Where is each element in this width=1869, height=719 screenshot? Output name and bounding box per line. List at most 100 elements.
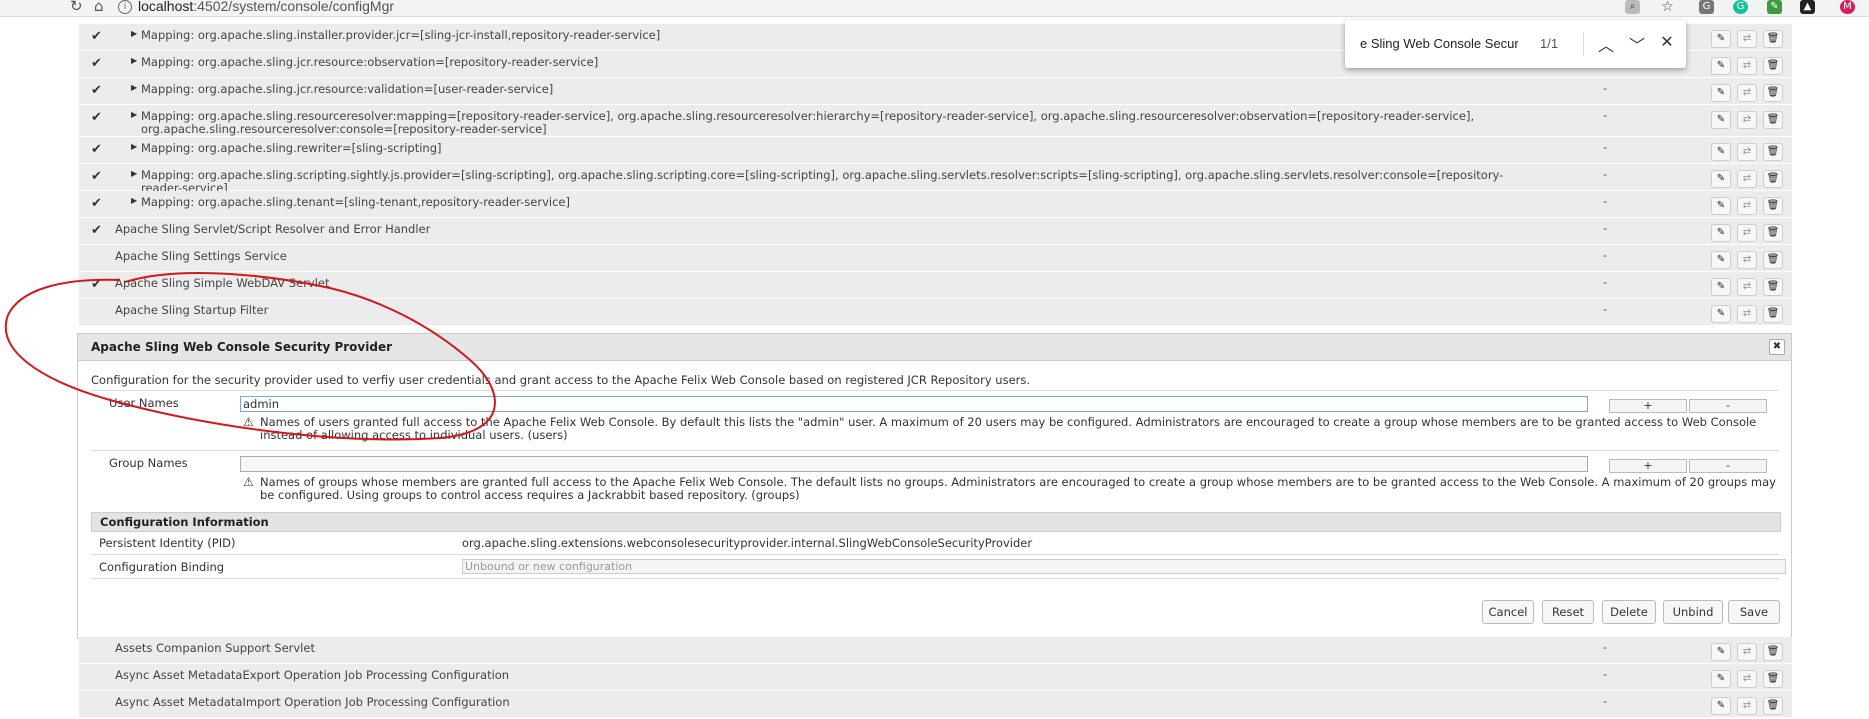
delete-icon[interactable]: 🗑 bbox=[1763, 57, 1783, 75]
edit-icon[interactable]: ✎ bbox=[1711, 224, 1731, 242]
unbind-icon[interactable]: ⇄ bbox=[1737, 305, 1757, 323]
config-row-label[interactable]: Mapping: org.apache.sling.tenant=[sling-… bbox=[141, 196, 1511, 209]
config-row[interactable]: ✔ Apache Sling Simple WebDAV Servlet - ✎ ⇄ 🗑 bbox=[79, 272, 1792, 299]
unbind-icon[interactable]: ⇄ bbox=[1737, 57, 1757, 75]
config-row[interactable]: Assets Companion Support Servlet - ✎ ⇄ 🗑 bbox=[79, 637, 1792, 664]
delete-icon[interactable]: 🗑 bbox=[1763, 84, 1783, 102]
edit-icon[interactable]: ✎ bbox=[1711, 278, 1731, 296]
config-row-label[interactable]: Mapping: org.apache.sling.resourceresolv… bbox=[141, 110, 1511, 136]
edit-icon[interactable]: ✎ bbox=[1711, 143, 1731, 161]
config-row-label[interactable]: Mapping: org.apache.sling.installer.prov… bbox=[141, 29, 1511, 42]
config-row-label[interactable]: Assets Companion Support Servlet bbox=[115, 642, 1485, 655]
info-icon[interactable]: i bbox=[118, 0, 132, 14]
group-names-input[interactable] bbox=[240, 456, 1588, 472]
edit-icon[interactable]: ✎ bbox=[1711, 170, 1731, 188]
expand-triangle-icon[interactable]: ▶ bbox=[131, 29, 137, 38]
grammarly-icon[interactable]: G bbox=[1733, 0, 1748, 14]
delete-icon[interactable]: 🗑 bbox=[1763, 197, 1783, 215]
config-row[interactable]: ✔ ▶ Mapping: org.apache.sling.tenant=[slin… bbox=[79, 191, 1792, 218]
add-group-button[interactable]: + bbox=[1609, 459, 1687, 473]
unbind-icon[interactable]: ⇄ bbox=[1737, 643, 1757, 661]
config-row[interactable]: ✔ ▶ Mapping: org.apache.sling.resourcereso… bbox=[79, 105, 1792, 137]
remove-user-button[interactable]: - bbox=[1689, 399, 1767, 413]
add-user-button[interactable]: + bbox=[1609, 399, 1687, 413]
edit-icon[interactable]: ✎ bbox=[1711, 111, 1731, 129]
edit-icon[interactable]: ✎ bbox=[1711, 305, 1731, 323]
config-row[interactable]: Async Asset MetadataImport Operation Job… bbox=[79, 691, 1792, 718]
edit-icon[interactable]: ✎ bbox=[1711, 251, 1731, 269]
unbind-icon[interactable]: ⇄ bbox=[1737, 170, 1757, 188]
delete-icon[interactable]: 🗑 bbox=[1763, 111, 1783, 129]
unbind-icon[interactable]: ⇄ bbox=[1737, 84, 1757, 102]
find-next-icon[interactable]: ﹀ bbox=[1627, 32, 1647, 56]
config-row-label[interactable]: Mapping: org.apache.sling.rewriter=[slin… bbox=[141, 142, 1511, 155]
edit-icon[interactable]: ✎ bbox=[1711, 57, 1731, 75]
delete-icon[interactable]: 🗑 bbox=[1763, 643, 1783, 661]
expand-triangle-icon[interactable]: ▶ bbox=[131, 196, 137, 205]
avatar[interactable]: M bbox=[1840, 0, 1855, 14]
delete-icon[interactable]: 🗑 bbox=[1763, 30, 1783, 48]
unbind-icon[interactable]: ⇄ bbox=[1737, 143, 1757, 161]
edit-icon[interactable]: ✎ bbox=[1711, 30, 1731, 48]
find-close-icon[interactable]: ✕ bbox=[1657, 32, 1677, 52]
expand-triangle-icon[interactable]: ▶ bbox=[131, 110, 137, 119]
delete-button[interactable]: Delete bbox=[1602, 600, 1656, 624]
unbind-icon[interactable]: ⇄ bbox=[1737, 30, 1757, 48]
delete-icon[interactable]: 🗑 bbox=[1763, 224, 1783, 242]
config-row-label[interactable]: Apache Sling Settings Service bbox=[115, 250, 1485, 263]
delete-icon[interactable]: 🗑 bbox=[1763, 697, 1783, 715]
reset-button[interactable]: Reset bbox=[1542, 600, 1594, 624]
delete-icon[interactable]: 🗑 bbox=[1763, 278, 1783, 296]
delete-icon[interactable]: 🗑 bbox=[1763, 143, 1783, 161]
address-bar[interactable]: localhost:4502/system/console/configMgr bbox=[138, 0, 394, 14]
edit-icon[interactable]: ✎ bbox=[1711, 643, 1731, 661]
config-row-label[interactable]: Apache Sling Servlet/Script Resolver and… bbox=[115, 223, 1485, 236]
unbind-icon[interactable]: ⇄ bbox=[1737, 278, 1757, 296]
config-row[interactable]: Apache Sling Settings Service - ✎ ⇄ 🗑 bbox=[79, 245, 1792, 272]
find-previous-icon[interactable]: ︿ bbox=[1596, 32, 1616, 56]
config-row[interactable]: ✔ ▶ Mapping: org.apache.sling.jcr.resource… bbox=[79, 78, 1792, 105]
delete-icon[interactable]: 🗑 bbox=[1763, 251, 1783, 269]
delete-icon[interactable]: 🗑 bbox=[1763, 670, 1783, 688]
expand-triangle-icon[interactable]: ▶ bbox=[131, 56, 137, 65]
config-row[interactable]: Async Asset MetadataExport Operation Job… bbox=[79, 664, 1792, 691]
expand-triangle-icon[interactable]: ▶ bbox=[131, 142, 137, 151]
extension-warning-icon[interactable]: ▲ bbox=[1800, 0, 1815, 14]
delete-icon[interactable]: 🗑 bbox=[1763, 170, 1783, 188]
extension-g-icon[interactable]: G bbox=[1699, 0, 1714, 14]
unbind-icon[interactable]: ⇄ bbox=[1737, 224, 1757, 242]
unbind-icon[interactable]: ⇄ bbox=[1737, 197, 1757, 215]
reload-icon[interactable]: ↻ bbox=[70, 0, 83, 15]
config-row-label[interactable]: Apache Sling Simple WebDAV Servlet bbox=[115, 277, 1485, 290]
cancel-button[interactable]: Cancel bbox=[1482, 600, 1534, 624]
delete-icon[interactable]: 🗑 bbox=[1763, 305, 1783, 323]
config-row-label[interactable]: Mapping: org.apache.sling.jcr.resource:v… bbox=[141, 83, 1511, 96]
config-row[interactable]: Apache Sling Startup Filter - ✎ ⇄ 🗑 bbox=[79, 299, 1792, 326]
config-row[interactable]: ✔ ▶ Mapping: org.apache.sling.scripting.si… bbox=[79, 164, 1792, 195]
expand-triangle-icon[interactable]: ▶ bbox=[131, 83, 137, 92]
config-row[interactable]: ✔ ▶ Mapping: org.apache.sling.rewriter=[sl… bbox=[79, 137, 1792, 164]
config-row[interactable]: ✔ Apache Sling Servlet/Script Resolver an… bbox=[79, 218, 1792, 245]
bookmark-star-icon[interactable]: ☆ bbox=[1660, 0, 1675, 14]
edit-icon[interactable]: ✎ bbox=[1711, 697, 1731, 715]
edit-icon[interactable]: ✎ bbox=[1711, 197, 1731, 215]
user-names-input[interactable]: admin bbox=[240, 396, 1588, 412]
config-row-label[interactable]: Mapping: org.apache.sling.jcr.resource:o… bbox=[141, 56, 1511, 69]
home-icon[interactable]: ⌂ bbox=[94, 0, 104, 15]
unbind-icon[interactable]: ⇄ bbox=[1737, 111, 1757, 129]
unbind-button[interactable]: Unbind bbox=[1663, 600, 1723, 624]
unbind-icon[interactable]: ⇄ bbox=[1737, 251, 1757, 269]
edit-icon[interactable]: ✎ bbox=[1711, 670, 1731, 688]
find-input[interactable]: e Sling Web Console Security P bbox=[1360, 36, 1518, 51]
unbind-icon[interactable]: ⇄ bbox=[1737, 697, 1757, 715]
edit-icon[interactable]: ✎ bbox=[1711, 84, 1731, 102]
search-page-icon[interactable]: ⌕ bbox=[1625, 0, 1640, 14]
remove-group-button[interactable]: - bbox=[1689, 459, 1767, 473]
extension-leaf-icon[interactable]: ✎ bbox=[1767, 0, 1782, 14]
close-icon[interactable]: ✖ bbox=[1769, 339, 1785, 355]
config-row-label[interactable]: Async Asset MetadataImport Operation Job… bbox=[115, 696, 1485, 709]
config-row-label[interactable]: Apache Sling Startup Filter bbox=[115, 304, 1485, 317]
save-button[interactable]: Save bbox=[1728, 600, 1780, 624]
config-row-label[interactable]: Async Asset MetadataExport Operation Job… bbox=[115, 669, 1485, 682]
expand-triangle-icon[interactable]: ▶ bbox=[131, 169, 137, 178]
